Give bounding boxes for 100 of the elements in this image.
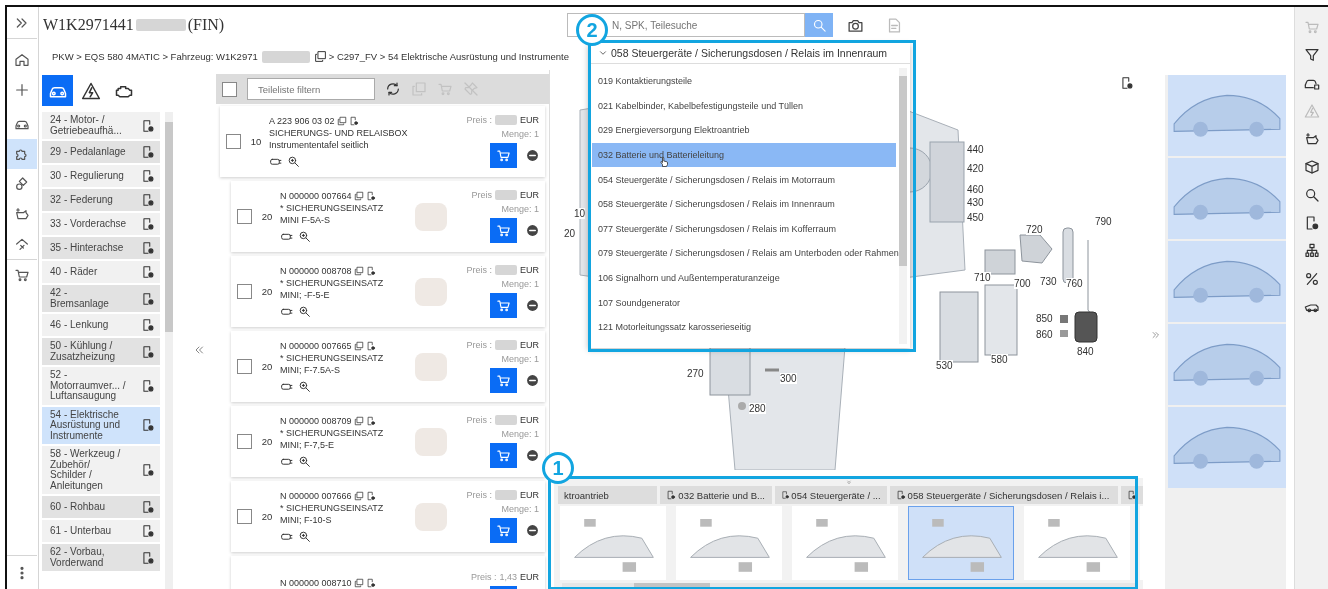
document-gear-icon[interactable] <box>141 378 155 393</box>
chevron-down-icon[interactable] <box>598 48 608 58</box>
filter-icon[interactable] <box>1303 47 1320 63</box>
callout-label[interactable]: 730 <box>1040 276 1057 287</box>
category-item[interactable]: 33 - Vorderachse <box>42 213 160 235</box>
dropdown-option[interactable]: 077 Steuergeräte / Sicherungsdosen / Relais im Kofferraum <box>592 216 896 242</box>
zoom-icon[interactable] <box>298 529 311 543</box>
callout-label[interactable]: 270 <box>687 368 704 379</box>
checkbox[interactable] <box>237 284 252 299</box>
document-gear-icon[interactable] <box>1127 490 1137 500</box>
category-item[interactable]: 24 - Motor- / Getriebeaufhä... <box>42 112 160 139</box>
category-item[interactable]: 35 - Hinterachse <box>42 237 160 259</box>
dropdown-option[interactable]: 029 Energieversorgung Elektroantrieb <box>592 118 896 143</box>
document-gear-icon[interactable] <box>141 265 155 279</box>
callout-label[interactable]: 760 <box>1066 278 1083 289</box>
document-gear-icon[interactable] <box>365 490 376 501</box>
document-gear-icon[interactable] <box>141 169 155 183</box>
document-gear-icon[interactable] <box>895 490 906 500</box>
remove-icon[interactable] <box>526 299 539 312</box>
document-gear-icon[interactable] <box>666 490 677 500</box>
document-gear-icon[interactable] <box>365 415 376 426</box>
remove-icon[interactable] <box>526 374 539 387</box>
add-to-cart-button[interactable] <box>490 218 517 243</box>
zoom-icon[interactable] <box>298 304 311 318</box>
checkbox[interactable] <box>237 509 252 524</box>
scrollbar[interactable] <box>562 583 1135 589</box>
callout-label[interactable]: 530 <box>936 360 953 371</box>
vehicle-view-thumbnail[interactable] <box>1168 158 1286 239</box>
dropdown-option[interactable]: 107 Soundgenerator <box>592 290 896 315</box>
callout-label[interactable]: 710 <box>974 272 991 283</box>
hierarchy-icon[interactable] <box>1303 243 1320 259</box>
callout-label[interactable]: 720 <box>1026 224 1043 235</box>
checkbox[interactable] <box>237 359 252 374</box>
document-gear-icon[interactable] <box>141 118 155 133</box>
document-gear-icon[interactable] <box>141 463 155 477</box>
dropdown-title[interactable]: 058 Steuergeräte / Sicherungsdosen / Relais im Innenraum <box>611 47 888 59</box>
dropdown-option[interactable]: 106 Signalhorn und Außentemperaturanzeige <box>592 265 896 291</box>
checkbox[interactable] <box>222 81 237 97</box>
copy-icon[interactable] <box>353 340 364 351</box>
zoom-icon[interactable] <box>298 454 311 468</box>
document-gear-icon[interactable] <box>780 490 790 500</box>
callout-label[interactable]: 10 <box>574 208 586 219</box>
callout-label[interactable]: 860 <box>1036 329 1053 340</box>
document-gear-icon[interactable] <box>365 265 376 276</box>
document-gear-icon[interactable] <box>348 115 359 126</box>
category-item[interactable]: 50 - Kühlung / Zusatzheizung <box>42 338 160 365</box>
callout-label[interactable]: 790 <box>1095 216 1112 227</box>
document-gear-icon[interactable] <box>141 550 155 565</box>
copy-icon[interactable] <box>353 190 364 201</box>
document-gear-icon[interactable] <box>141 193 155 207</box>
document-gear-icon[interactable] <box>141 291 155 306</box>
document-gear-icon[interactable] <box>141 318 155 332</box>
copy-icon[interactable] <box>336 115 347 126</box>
document-gear-icon[interactable] <box>141 344 155 359</box>
document-gear-icon[interactable] <box>1120 76 1134 90</box>
add-to-cart-button[interactable] <box>490 368 517 393</box>
callout-label[interactable]: 300 <box>780 373 797 384</box>
category-item[interactable]: 29 - Pedalanlage <box>42 141 160 163</box>
category-item[interactable]: 42 - Bremsanlage <box>42 285 160 312</box>
checkbox[interactable] <box>237 209 252 224</box>
refresh-icon[interactable] <box>385 81 401 97</box>
callout-label[interactable]: 700 <box>1014 278 1031 289</box>
scrollbar[interactable] <box>165 112 173 589</box>
copy-icon[interactable] <box>353 415 364 426</box>
copy-icon[interactable] <box>353 490 364 501</box>
category-item[interactable]: 61 - Unterbau <box>42 520 160 542</box>
add-to-cart-button[interactable] <box>490 518 517 543</box>
dropdown-option[interactable]: 058 Steuergeräte / Sicherungsdosen / Relais im Innenraum <box>592 191 896 217</box>
box-icon[interactable] <box>1303 159 1320 175</box>
zoom-icon[interactable] <box>298 229 311 243</box>
copy-icon[interactable] <box>313 50 327 63</box>
puzzle-piece-button[interactable] <box>7 139 37 169</box>
vehicle-view-thumbnail[interactable] <box>1168 324 1286 405</box>
callout-label[interactable]: 850 <box>1036 313 1053 324</box>
add-to-cart-button[interactable] <box>490 443 517 468</box>
oil-can-icon[interactable] <box>1303 131 1320 147</box>
remove-icon[interactable] <box>526 224 539 237</box>
filter-field[interactable]: Teileliste filtern <box>247 78 375 100</box>
document-gear-icon[interactable] <box>365 340 376 351</box>
document-gear-icon[interactable] <box>365 577 376 588</box>
dropdown-option[interactable]: 032 Batterie und Batterieleitung <box>592 142 896 168</box>
dropdown-option[interactable]: 121 Motorleitungssatz karosserieseitig <box>592 314 896 340</box>
document-gear-icon[interactable] <box>141 217 155 231</box>
callout-label[interactable]: 280 <box>749 403 766 414</box>
callout-label[interactable]: 580 <box>991 354 1008 365</box>
remove-icon[interactable] <box>526 524 539 537</box>
checkbox[interactable] <box>237 434 252 449</box>
callout-label[interactable]: 430 <box>967 197 984 208</box>
zoom-icon[interactable] <box>298 379 311 393</box>
category-item[interactable]: 58 - Werkzeug / Zubehör/ Schilder / Anleitungen <box>42 446 160 494</box>
dropdown-option[interactable]: 054 Steuergeräte / Sicherungsdosen / Relais im Motorraum <box>592 167 896 192</box>
category-item[interactable]: 60 - Rohbau <box>42 496 160 518</box>
category-item[interactable]: 32 - Federung <box>42 189 160 211</box>
vehicle-view-thumbnail[interactable] <box>1168 241 1286 322</box>
copy-icon[interactable] <box>353 265 364 276</box>
vehicle-view-thumbnail[interactable] <box>1168 407 1286 488</box>
document-gear-icon[interactable] <box>141 418 155 433</box>
document-gear-icon[interactable] <box>365 190 376 201</box>
checkbox[interactable] <box>226 134 241 149</box>
zoom-icon[interactable] <box>287 154 300 168</box>
